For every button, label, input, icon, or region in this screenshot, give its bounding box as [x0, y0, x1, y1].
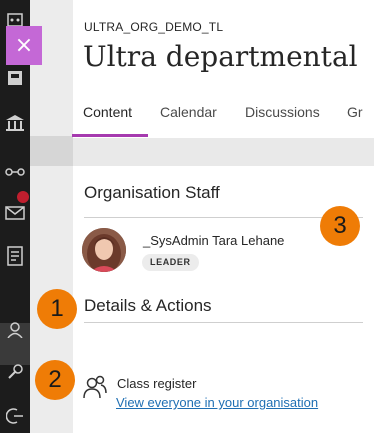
grades-icon[interactable] — [2, 244, 28, 268]
signout-icon[interactable] — [2, 404, 28, 428]
staff-name[interactable]: _SysAdmin Tara Lehane — [143, 233, 284, 248]
details-divider — [84, 322, 363, 323]
leader-role-badge: LEADER — [142, 254, 199, 271]
class-register-icon — [82, 374, 108, 400]
avatar — [82, 228, 126, 272]
organisation-id: ULTRA_ORG_DEMO_TL — [84, 20, 224, 34]
notification-badge — [17, 191, 29, 203]
tab-content[interactable]: Content — [83, 104, 132, 120]
active-tab-indicator — [72, 134, 148, 137]
details-actions-heading: Details & Actions — [84, 296, 212, 315]
tab-grades[interactable]: Gr — [347, 104, 363, 120]
close-panel-button[interactable]: × — [6, 26, 42, 65]
page-background-band — [30, 136, 73, 166]
callout-marker-1: 1 — [37, 289, 77, 329]
content-header-band — [73, 138, 374, 166]
organisation-staff-heading: Organisation Staff — [84, 183, 220, 202]
user-icon[interactable] — [2, 318, 28, 342]
callout-marker-3: 3 — [320, 206, 360, 246]
tools-icon[interactable] — [2, 160, 28, 184]
tab-calendar[interactable]: Calendar — [160, 104, 217, 120]
messages-icon[interactable] — [2, 201, 28, 225]
view-everyone-link[interactable]: View everyone in your organisation — [116, 395, 318, 410]
page-title: Ultra departmental — [83, 40, 358, 73]
tab-bar: Content Calendar Discussions Gr — [73, 96, 374, 139]
institution-icon[interactable] — [2, 111, 28, 135]
tab-discussions[interactable]: Discussions — [245, 104, 320, 120]
profile-icon[interactable] — [2, 66, 28, 90]
tools-2-icon[interactable] — [2, 360, 28, 384]
callout-marker-2: 2 — [35, 360, 75, 400]
class-register-label: Class register — [117, 376, 197, 391]
